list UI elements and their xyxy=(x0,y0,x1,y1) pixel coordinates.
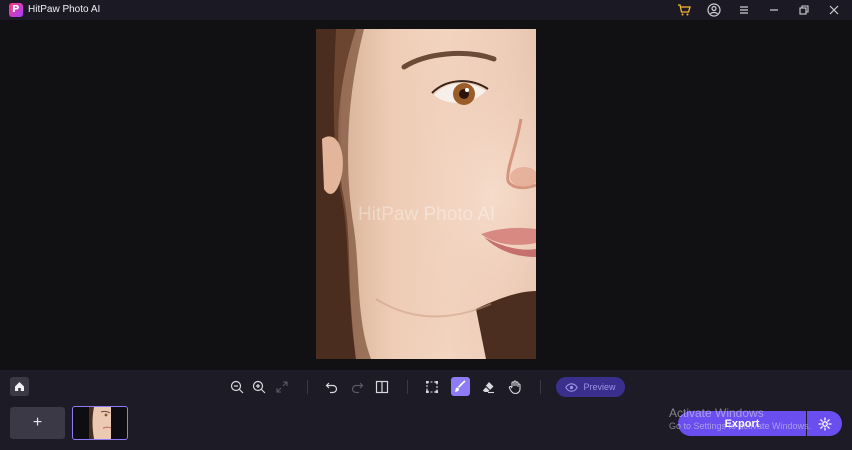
app-logo: P xyxy=(9,3,23,17)
account-icon[interactable] xyxy=(706,2,722,18)
home-icon xyxy=(15,382,24,391)
zoom-out-icon[interactable] xyxy=(228,378,246,396)
activate-windows-subtitle: Go to Settings to activate Windows. xyxy=(669,421,812,431)
preview-label: Preview xyxy=(583,382,616,392)
activate-windows-title: Activate Windows xyxy=(669,406,764,420)
watermark-text: HitPaw Photo AI xyxy=(358,204,496,225)
minimize-icon[interactable] xyxy=(766,2,782,18)
zoom-in-icon[interactable] xyxy=(250,378,268,396)
add-image-button[interactable]: + xyxy=(10,407,65,439)
toolbar-divider xyxy=(540,380,541,394)
thumbnail-image xyxy=(89,407,112,439)
eye-icon xyxy=(565,382,579,392)
undo-icon[interactable] xyxy=(323,378,341,396)
toolbar-divider xyxy=(407,380,408,394)
preview-button[interactable]: Preview xyxy=(556,377,625,397)
photo-preview[interactable]: HitPaw Photo AI xyxy=(316,29,536,359)
cart-icon[interactable] xyxy=(676,2,692,18)
export-settings-button[interactable] xyxy=(807,411,842,436)
title-bar: P HitPaw Photo AI xyxy=(0,0,852,20)
toolbar-divider xyxy=(307,380,308,394)
eraser-icon[interactable] xyxy=(479,378,497,396)
brush-icon[interactable] xyxy=(451,377,470,396)
image-thumbnail[interactable] xyxy=(72,406,128,440)
hand-icon[interactable] xyxy=(506,378,524,396)
select-icon[interactable] xyxy=(423,378,441,396)
home-button[interactable] xyxy=(10,377,29,396)
redo-icon[interactable] xyxy=(348,378,366,396)
activate-windows-watermark: Activate Windows Go to Settings to activ… xyxy=(669,406,811,431)
gear-icon xyxy=(817,416,832,431)
close-icon[interactable] xyxy=(826,2,842,18)
fit-screen-icon[interactable] xyxy=(273,378,291,396)
menu-icon[interactable] xyxy=(736,2,752,18)
app-title: HitPaw Photo AI xyxy=(28,4,101,15)
restore-icon[interactable] xyxy=(796,2,812,18)
portrait-image xyxy=(316,29,536,359)
compare-icon[interactable] xyxy=(373,378,391,396)
